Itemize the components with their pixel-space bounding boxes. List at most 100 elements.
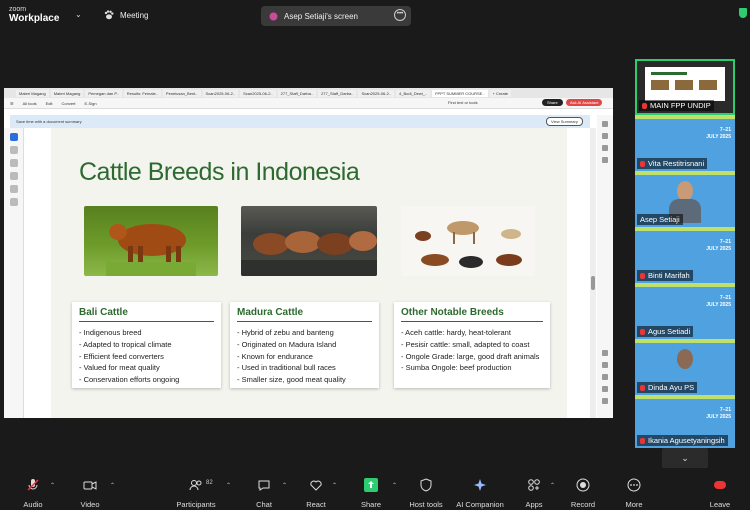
copy-icon[interactable] (602, 157, 608, 163)
vertical-scrollbar[interactable] (590, 128, 596, 418)
zoom-out-icon[interactable] (602, 398, 608, 404)
participant-video (677, 181, 693, 201)
audio-caret-icon[interactable]: ⌃ (50, 482, 55, 489)
ribbon-edit[interactable]: Edit (46, 101, 53, 106)
participant-name-label: Binti Marifah (637, 270, 693, 281)
browser-tab[interactable]: Pemegan dan P.. (85, 89, 122, 97)
collapse-gallery-button[interactable]: ⌄ (662, 448, 708, 468)
more-options-icon[interactable]: ••• (394, 9, 406, 21)
refresh-icon[interactable] (602, 362, 608, 368)
bookmark-icon[interactable] (602, 133, 608, 139)
more-button[interactable]: More (604, 470, 664, 509)
audio-button[interactable]: Audio (3, 470, 63, 509)
participants-button[interactable]: Participants (166, 470, 226, 509)
scrollbar-thumb[interactable] (591, 276, 595, 290)
share-owner-label: Asep Setiaji's screen (284, 11, 359, 21)
browser-tab[interactable]: Materi Magang (16, 89, 49, 97)
ai-assistant-button[interactable]: Ask AI Assistant (566, 99, 603, 106)
share-button[interactable]: Share (341, 470, 401, 509)
browser-tab[interactable]: Scan2025-06-2.. (202, 89, 239, 97)
participant-tile[interactable]: Asep Setiaji (635, 171, 735, 227)
other-breeds-card: Other Notable Breeds Aceh cattle: hardy,… (394, 302, 550, 388)
new-tab-button[interactable]: + Create (489, 89, 512, 97)
shared-slide-thumbnail (645, 67, 725, 101)
screen-share-indicator[interactable]: Asep Setiaji's screen ••• (261, 6, 411, 26)
video-caret-icon[interactable]: ⌃ (110, 482, 115, 489)
slide-title: Cattle Breeds in Indonesia (79, 158, 360, 186)
pdf-share-button[interactable]: Share (542, 99, 563, 106)
browser-tab-active[interactable]: FPPT SUMMER COURSE.. (432, 89, 488, 97)
select-tool-icon[interactable] (9, 133, 18, 141)
security-shield-icon[interactable] (739, 8, 747, 18)
find-tools-field[interactable]: Find text or tools (448, 100, 478, 105)
browser-tab[interactable]: Scan2025-06-2.. (240, 89, 276, 97)
ai-companion-button[interactable]: AI Companion (450, 470, 510, 509)
participants-gallery: MAIN FPP UNDIP 7–21 JULY 2025 Vita Restit… (635, 59, 735, 448)
card-list-item: Ongole Grade: large, good draft animals (401, 351, 543, 363)
mic-muted-icon (27, 479, 39, 491)
react-label: React (306, 500, 326, 509)
chat-label: Chat (256, 500, 272, 509)
card-divider (79, 321, 214, 322)
rail-spacer (597, 169, 613, 344)
participants-icon (189, 480, 202, 491)
meeting-toolbar: Audio ⌃ Video ⌃ Participants 82 ⌃ Chat ⌃… (0, 470, 750, 510)
react-caret-icon[interactable]: ⌃ (332, 482, 337, 489)
card-list-item: Valued for meat quality (79, 362, 214, 374)
right-tool-rail (597, 115, 613, 418)
participant-tile[interactable]: 7–21 JULY 2025 Agus Setiadi (635, 283, 735, 339)
page-number-icon[interactable] (602, 350, 608, 356)
participant-name-label: Ikania Agusetyaningsih (637, 435, 728, 446)
pen-tool-icon[interactable] (9, 159, 18, 167)
card-list-item: Conservation efforts ongoing (79, 374, 214, 386)
zoom-in-icon[interactable] (602, 386, 608, 392)
chevron-down-icon[interactable]: ⌄ (75, 10, 82, 19)
ribbon-esign[interactable]: E-Sign (85, 101, 97, 106)
mic-muted-icon (642, 102, 647, 109)
browser-tab[interactable]: Results: Female.. (123, 89, 161, 97)
more-dots-icon (627, 478, 641, 492)
browser-tab[interactable]: 277_Staff_Darba.. (277, 89, 317, 97)
browser-tab[interactable]: Materi Magang (50, 89, 84, 97)
zoom-fit-icon[interactable] (602, 374, 608, 380)
participants-caret-icon[interactable]: ⌃ (226, 482, 231, 489)
zoom-logo[interactable]: zoom Workplace (9, 6, 59, 24)
menu-icon[interactable]: ☰ (10, 101, 14, 106)
host-tools-button[interactable]: Host tools (396, 470, 456, 509)
participant-name-label: Agus Setiadi (637, 326, 694, 337)
lasso-tool-icon[interactable] (9, 172, 18, 180)
card-list-item: Efficient feed converters (79, 351, 214, 363)
leave-button[interactable]: Leave (690, 470, 750, 509)
participant-tile[interactable]: 7–21 JULY 2025 Vita Restitrisnani (635, 115, 735, 171)
meeting-label: Meeting (120, 10, 149, 20)
browser-tab[interactable]: Scan2025-06-2.. (358, 89, 395, 97)
browser-tab-strip: Materi Magang Materi Magang Pemegan dan … (4, 88, 613, 98)
video-button[interactable]: Video (60, 470, 120, 509)
left-tool-rail (4, 128, 24, 418)
event-date-badge: 7–21 JULY 2025 (706, 295, 731, 308)
leave-label: Leave (709, 500, 731, 509)
card-divider (401, 321, 543, 322)
react-button[interactable]: React (286, 470, 346, 509)
participant-tile[interactable]: 7–21 JULY 2025 Ikania Agusetyaningsih (635, 395, 735, 448)
heart-reaction-icon (310, 480, 322, 491)
browser-tab[interactable]: Penelusan_Bent.. (162, 89, 201, 97)
stamp-tool-icon[interactable] (9, 198, 18, 206)
pages-icon[interactable] (602, 145, 608, 151)
view-summary-button[interactable]: View Summary (546, 117, 583, 126)
chat-button[interactable]: Chat (234, 470, 294, 509)
participant-tile[interactable]: Dinda Ayu PS (635, 339, 735, 395)
ribbon-all-tools[interactable]: All tools (23, 101, 37, 106)
chat-bubble-icon (258, 480, 270, 491)
participant-tile[interactable]: 7–21 JULY 2025 Binti Marifah (635, 227, 735, 283)
comment-icon[interactable] (602, 121, 608, 127)
ribbon-convert[interactable]: Convert (62, 101, 76, 106)
browser-tab[interactable]: 4_Budi_Dewi_.. (396, 89, 431, 97)
browser-tab[interactable]: 277_Staff_Darba.. (318, 89, 357, 97)
participant-tile[interactable]: MAIN FPP UNDIP (635, 59, 735, 115)
card-list-item: Hybrid of zebu and banteng (237, 327, 372, 339)
zoom-tool-icon[interactable] (9, 146, 18, 154)
search-tool-icon[interactable] (9, 185, 18, 193)
shield-icon (420, 478, 432, 492)
meeting-menu[interactable]: Meeting (104, 10, 148, 20)
